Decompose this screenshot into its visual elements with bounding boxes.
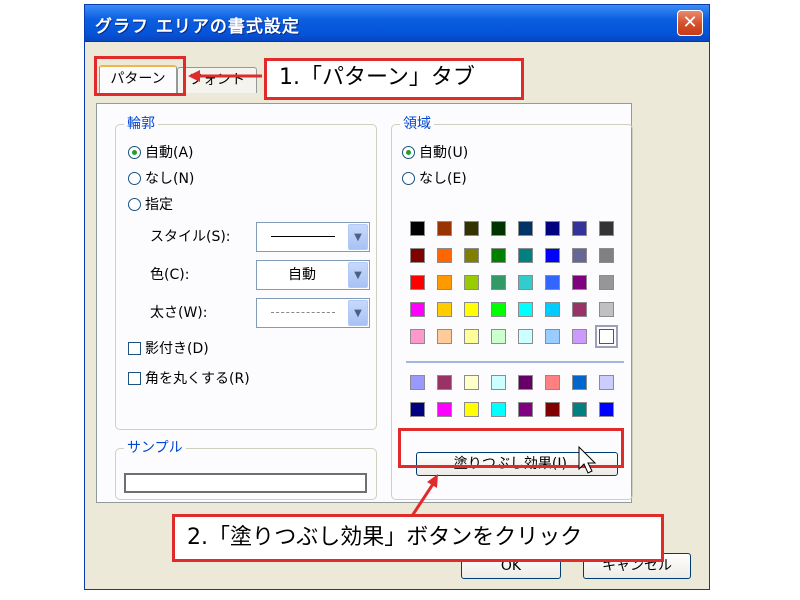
button-callout: 2.「塗りつぶし効果」ボタンをクリック xyxy=(172,514,664,562)
tab-callout: 1.「パターン」タブ xyxy=(264,58,524,100)
button-arrow-line xyxy=(410,483,435,517)
mouse-cursor-icon xyxy=(578,446,597,474)
tab-arrow-head xyxy=(188,70,200,82)
